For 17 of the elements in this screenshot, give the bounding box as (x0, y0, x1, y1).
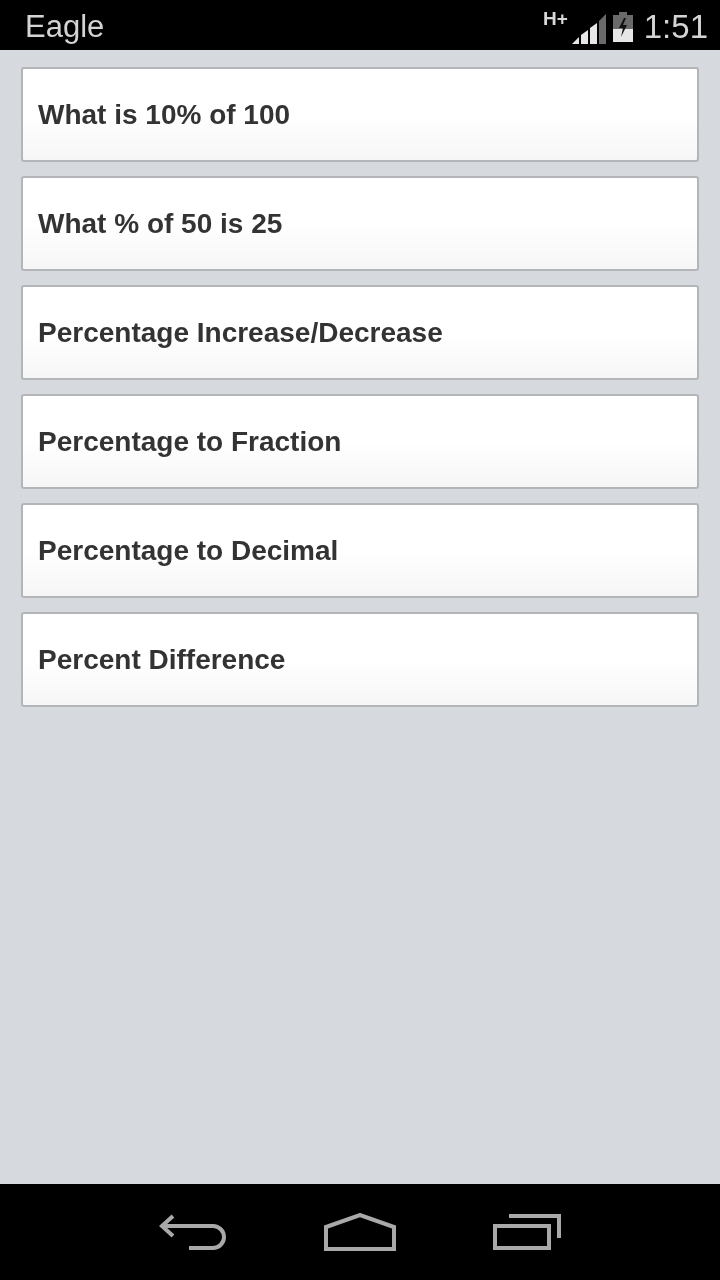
clock-time: 1:51 (643, 9, 708, 43)
signal-icon (571, 14, 606, 44)
menu-option-button[interactable]: Percentage to Fraction (21, 394, 699, 489)
menu-option-button[interactable]: Percentage to Decimal (21, 503, 699, 598)
menu-option-button[interactable]: Percentage Increase/Decrease (21, 285, 699, 380)
back-button[interactable] (157, 1212, 228, 1252)
app-title: Eagle (25, 10, 105, 42)
battery-charging-icon (612, 12, 633, 42)
recent-apps-button[interactable] (492, 1212, 563, 1252)
menu-option-button[interactable]: Percent Difference (21, 612, 699, 707)
network-type: H+ (542, 9, 568, 28)
recent-apps-icon (493, 1214, 562, 1250)
menu-option-button[interactable]: What is 10% of 100 (21, 67, 699, 162)
back-icon (158, 1214, 227, 1250)
home-button[interactable] (323, 1212, 397, 1252)
home-icon (324, 1213, 396, 1251)
menu-option-button[interactable]: What % of 50 is 25 (21, 176, 699, 271)
